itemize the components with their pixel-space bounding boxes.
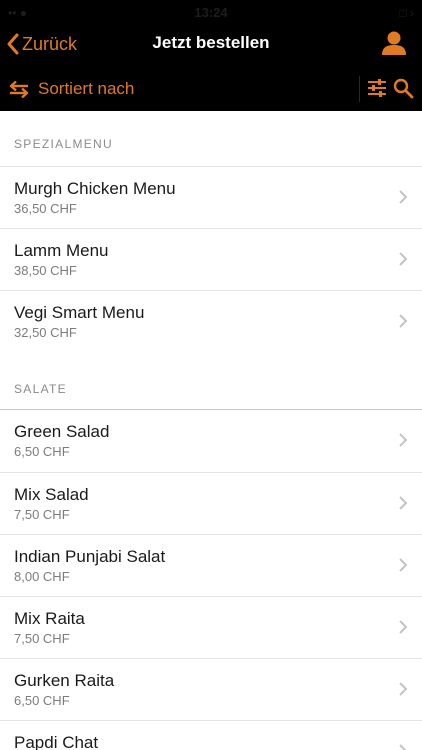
list-item[interactable]: Papdi Chat xyxy=(0,720,422,750)
item-name: Mix Raita xyxy=(14,609,85,628)
toolbar-divider xyxy=(359,76,360,102)
list-item[interactable]: Vegi Smart Menu 32,50 CHF xyxy=(0,290,422,352)
chevron-right-icon xyxy=(399,682,408,696)
list-item[interactable]: Murgh Chicken Menu 36,50 CHF xyxy=(0,166,422,228)
list-item[interactable]: Lamm Menu 38,50 CHF xyxy=(0,228,422,290)
item-name: Papdi Chat xyxy=(14,733,99,750)
item-price: 7,50 CHF xyxy=(14,631,70,646)
chevron-right-icon xyxy=(399,190,408,204)
item-name: Vegi Smart Menu xyxy=(14,303,145,322)
chevron-right-icon xyxy=(399,744,407,750)
item-price: 8,00 CHF xyxy=(14,569,70,584)
item-name: Lamm Menu xyxy=(14,241,109,260)
chevron-right-icon xyxy=(399,496,408,510)
battery-indicator: □ › xyxy=(399,6,414,20)
item-price: 38,50 CHF xyxy=(14,263,77,278)
item-name: Gurken Raita xyxy=(14,671,115,690)
list-item[interactable]: Indian Punjabi Salat 8,00 CHF xyxy=(0,534,422,596)
item-price: 7,50 CHF xyxy=(14,507,70,522)
app-screen: •• ● 13:24 □ › Zurück Jetzt bestellen So… xyxy=(0,0,422,750)
chevron-right-icon xyxy=(399,314,408,328)
toolbar: Sortiert nach xyxy=(0,68,422,110)
chevron-right-icon xyxy=(399,252,408,266)
header: •• ● 13:24 □ › Zurück Jetzt bestellen So… xyxy=(0,0,422,111)
chevron-right-icon xyxy=(399,558,408,572)
list-item[interactable]: Mix Salad 7,50 CHF xyxy=(0,472,422,534)
page-title: Jetzt bestellen xyxy=(152,33,270,52)
item-price: 36,50 CHF xyxy=(14,201,77,216)
item-price: 6,50 CHF xyxy=(14,444,70,459)
search-icon xyxy=(393,78,414,99)
section-header-spezialmenu: SPEZIALMENU xyxy=(14,137,113,151)
sliders-icon xyxy=(368,79,386,97)
status-time: 13:24 xyxy=(194,5,228,20)
filter-button[interactable] xyxy=(366,77,388,99)
sort-label: Sortiert nach xyxy=(38,79,135,98)
sort-button[interactable]: Sortiert nach xyxy=(8,76,134,102)
item-name: Murgh Chicken Menu xyxy=(14,179,176,198)
list-item[interactable]: Gurken Raita 6,50 CHF xyxy=(0,658,422,720)
item-price: 6,50 CHF xyxy=(14,693,70,708)
list-item[interactable]: Green Salad 6,50 CHF xyxy=(0,410,422,472)
list-item[interactable]: Mix Raita 7,50 CHF xyxy=(0,596,422,658)
profile-button[interactable] xyxy=(380,29,408,57)
person-icon xyxy=(382,31,406,55)
swap-arrows-icon xyxy=(9,80,29,98)
item-name: Indian Punjabi Salat xyxy=(14,547,166,566)
menu-list[interactable]: SPEZIALMENU Murgh Chicken Menu 36,50 CHF… xyxy=(0,111,422,750)
section-header-salate: SALATE xyxy=(0,352,422,410)
chevron-right-icon xyxy=(399,620,408,634)
chevron-right-icon xyxy=(399,433,408,447)
status-bar: •• ● 13:24 □ › xyxy=(0,0,422,24)
nav-bar: Zurück Jetzt bestellen xyxy=(0,24,422,64)
item-price: 32,50 CHF xyxy=(14,325,77,340)
item-name: Green Salad xyxy=(14,422,110,441)
item-name: Mix Salad xyxy=(14,485,89,504)
search-button[interactable] xyxy=(392,77,414,99)
